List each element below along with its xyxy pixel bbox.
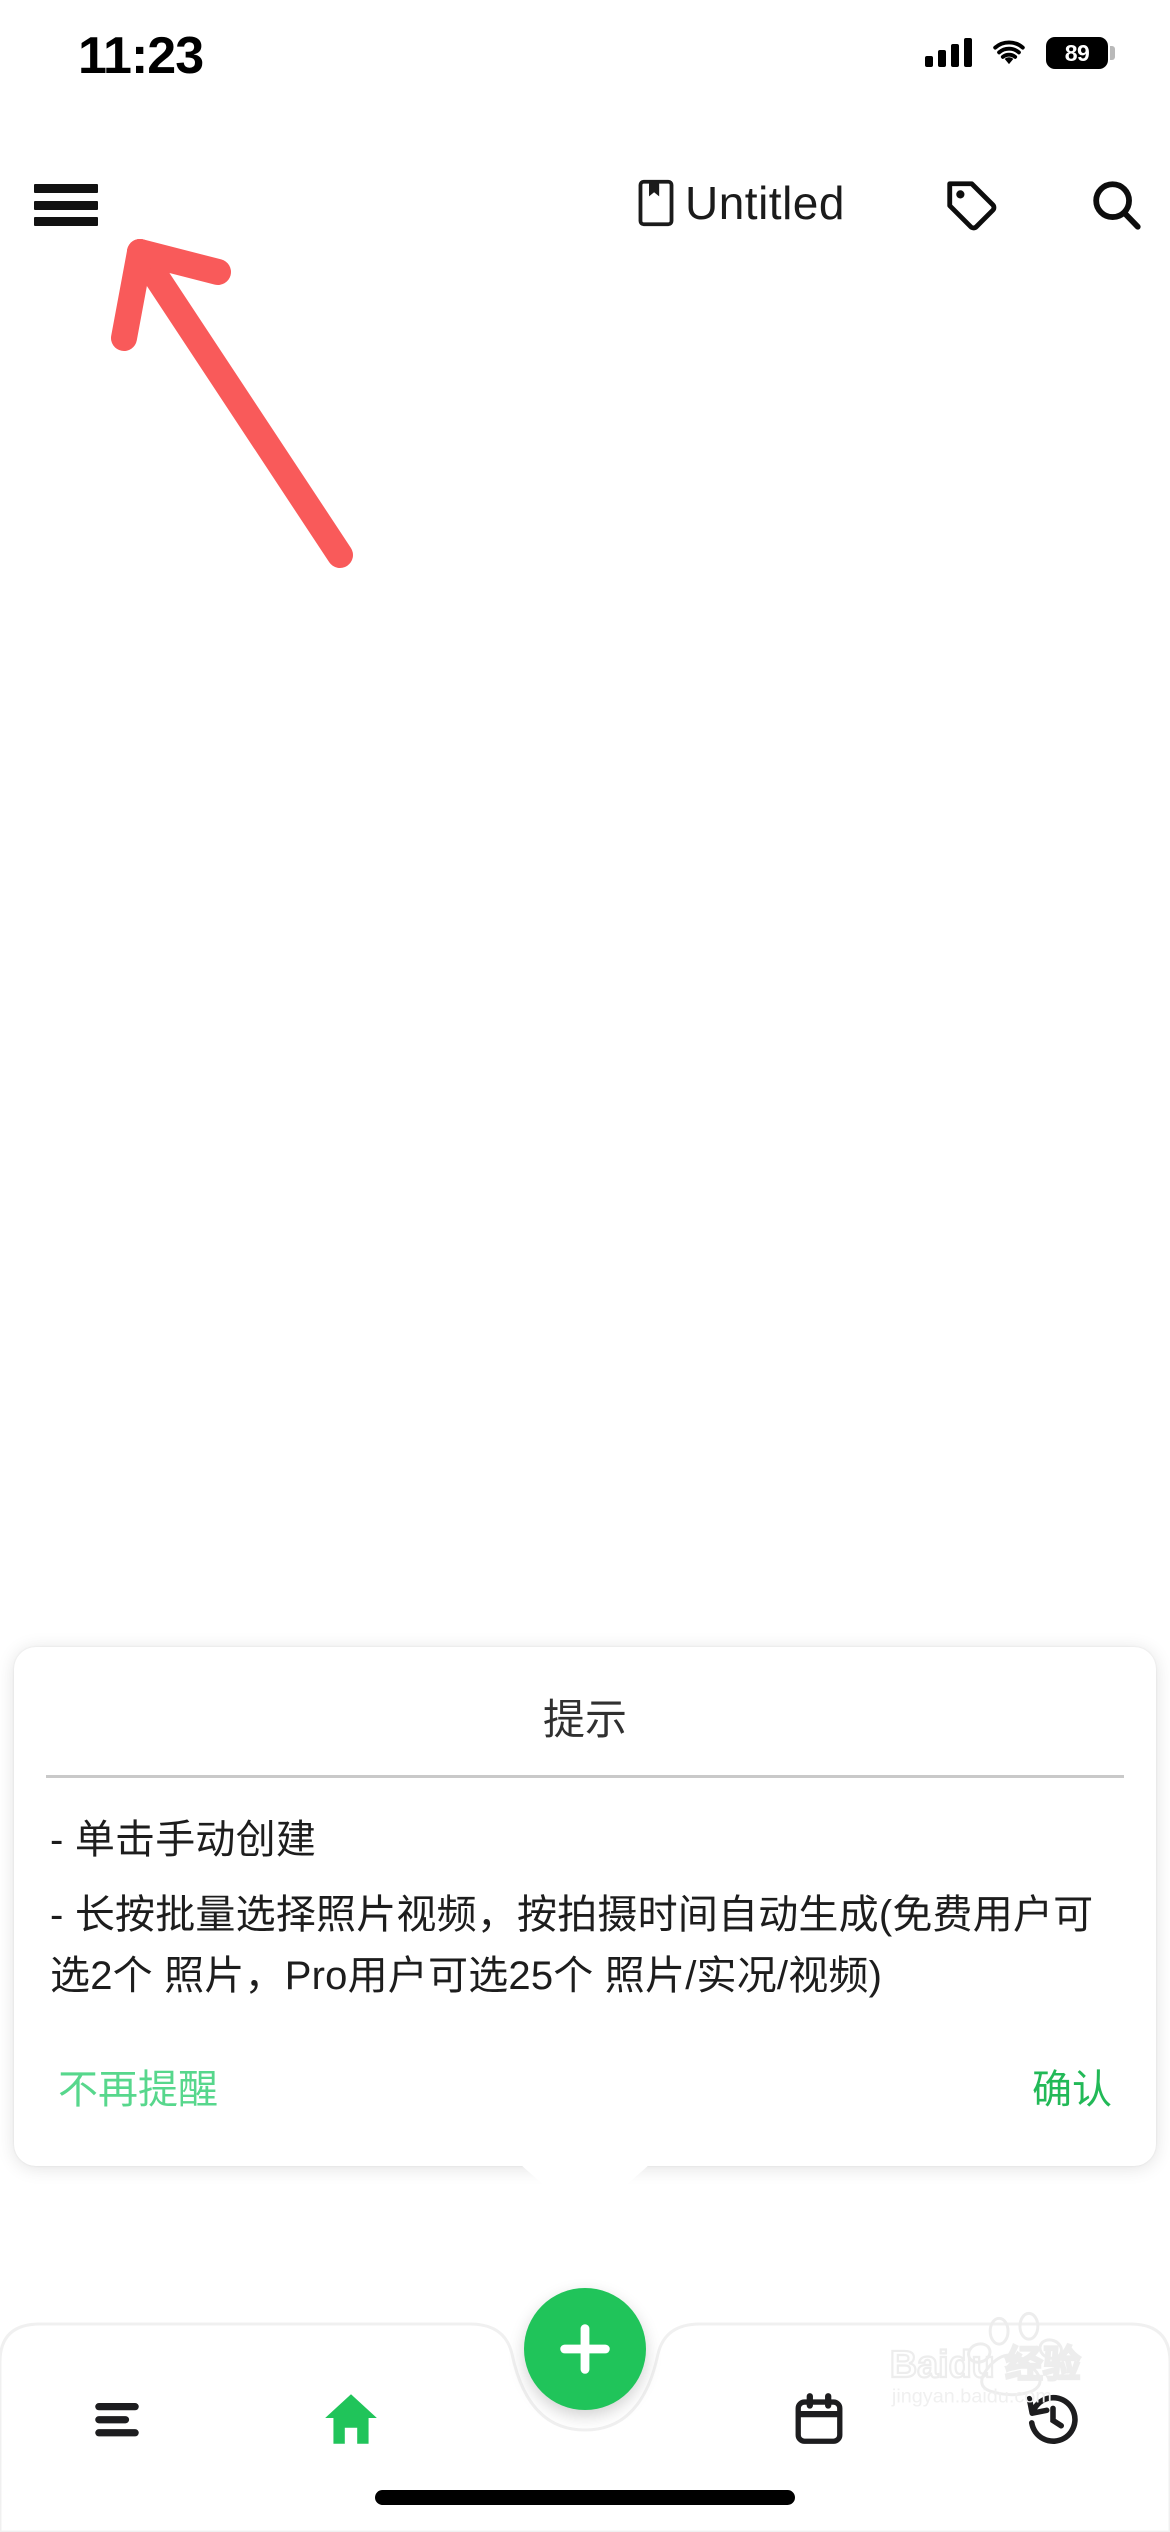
dialog-body: - 单击手动创建 - 长按批量选择照片视频，按拍摄时间自动生成(免费用户可选2个… [14,1778,1156,2020]
notebook-title[interactable]: Untitled [637,172,845,234]
dialog-actions: 不再提醒 确认 [14,2020,1156,2166]
status-bar: 11:23 89 [0,0,1170,110]
plus-icon [560,2324,610,2374]
confirm-button[interactable]: 确认 [1032,2070,1112,2110]
hamburger-menu-icon[interactable] [32,176,104,234]
top-toolbar: Untitled [0,160,1170,250]
status-bar-time: 11:23 [78,27,204,85]
phone-screen: 11:23 89 Untitled 提示 - 单击手动创建 - 长按批量选择照片… [0,0,1170,2532]
page-title: Untitled [685,177,845,229]
nav-item-calendar[interactable] [702,2364,936,2474]
dialog-title: 提示 [542,1696,627,1743]
dialog-line-2: - 长按批量选择照片视频，按拍摄时间自动生成(免费用户可选2个 照片，Pro用户… [50,1892,1094,1998]
wifi-icon [993,40,1025,65]
home-icon [325,2394,377,2444]
tip-dialog: 提示 - 单击手动创建 - 长按批量选择照片视频，按拍摄时间自动生成(免费用户可… [14,1647,1156,2223]
dialog-line-1: - 单击手动创建 [50,1818,317,1862]
list-icon [95,2403,139,2437]
home-indicator[interactable] [375,2490,795,2505]
dont-remind-button[interactable]: 不再提醒 [58,2070,218,2110]
status-bar-indicators: 89 [925,30,1115,76]
battery-icon: 89 [1046,37,1115,69]
notebook-bookmark-icon [638,179,674,227]
add-button-fab[interactable] [524,2288,646,2410]
battery-level: 89 [1064,39,1090,66]
search-icon[interactable] [1085,176,1147,234]
dialog-pointer-tail [520,2164,650,2223]
nav-item-history[interactable] [936,2364,1170,2474]
history-icon [1026,2394,1078,2444]
nav-item-home[interactable] [234,2364,468,2474]
cellular-signal-icon [925,38,972,67]
nav-item-list[interactable] [0,2364,234,2474]
tag-icon[interactable] [940,176,1002,234]
calendar-icon [795,2393,843,2444]
